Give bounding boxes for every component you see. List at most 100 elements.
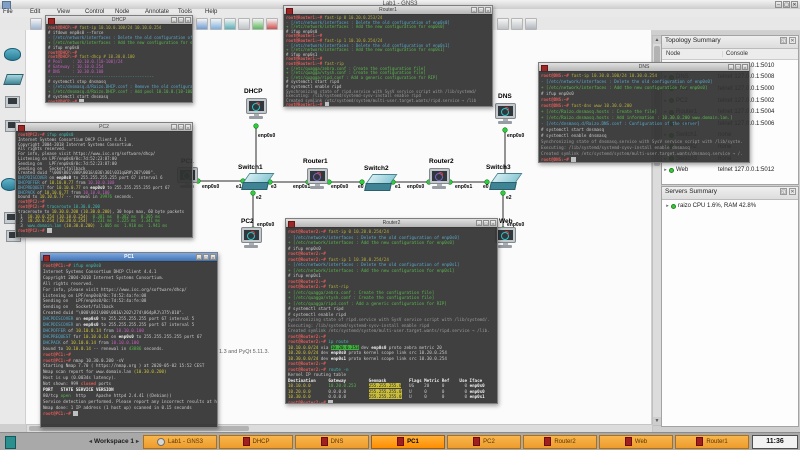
- close-icon[interactable]: ×: [185, 17, 191, 23]
- maximize-icon[interactable]: □: [483, 220, 489, 226]
- toolbar-button-icon[interactable]: [238, 18, 250, 30]
- taskbar-left-area: [0, 433, 86, 450]
- desktop: Lab1 - GNS3 – ▢ ✕ FileEditViewControlNod…: [0, 0, 800, 450]
- terminal-line: root@Router1:~#: [286, 103, 492, 106]
- menu-edit[interactable]: Edit: [30, 9, 40, 15]
- terminal-window-pc2[interactable]: PC2–□×root@PC2:~# ifup enp0s0Internet Sy…: [15, 122, 193, 238]
- taskbar-button-label: PC1: [407, 439, 419, 445]
- taskbar-button-web[interactable]: Web: [599, 435, 673, 449]
- toolbar-button-icon[interactable]: [252, 18, 264, 30]
- taskbar-button-dns[interactable]: DNS: [295, 435, 369, 449]
- servers-summary-header: Servers Summary ◱ ✕: [662, 187, 798, 200]
- terminal-output[interactable]: root@DNS:~# fast-ip 10.30.0.100/24 10.30…: [539, 71, 749, 162]
- float-panel-icon[interactable]: ◱: [780, 37, 787, 44]
- terminal-title: Router1: [284, 7, 492, 13]
- toolbar-button-icon[interactable]: [525, 18, 537, 30]
- terminal-line: root@Router2:~#: [288, 400, 497, 404]
- maximize-icon[interactable]: □: [478, 7, 484, 13]
- workspace-switcher: ◂ Workspace 1 ▸: [86, 433, 142, 450]
- toolbar-button-icon[interactable]: [210, 18, 222, 30]
- servers-summary-panel: Servers Summary ◱ ✕ ▸ raizo CPU 1.6%, RA…: [661, 186, 799, 427]
- minimize-icon[interactable]: –: [171, 17, 177, 23]
- toolbar-button-icon[interactable]: [497, 18, 509, 30]
- topology-row-web[interactable]: ▸Webtelnet 127.0.0.1:5012: [662, 164, 798, 176]
- minimize-icon[interactable]: –: [171, 124, 177, 130]
- xterm-icon: [625, 437, 632, 446]
- scroll-down-icon[interactable]: ▼: [653, 417, 661, 425]
- expand-arrow-icon[interactable]: ▸: [664, 203, 671, 209]
- terminal-window-router2[interactable]: Router2–□×root@Router2:~# fast-ip 0 10.2…: [285, 218, 498, 404]
- toolbar-button-icon[interactable]: [224, 18, 236, 30]
- taskbar-button-label: Lab1 - GNS3: [168, 439, 203, 445]
- taskbar-button-dhcp[interactable]: DHCP: [219, 435, 293, 449]
- close-icon[interactable]: ×: [490, 220, 496, 226]
- terminal-output[interactable]: root@PC2:~# ifup enp0s0Internet Systems …: [16, 131, 192, 237]
- terminal-title: PC2: [16, 124, 192, 130]
- close-icon[interactable]: ×: [185, 124, 191, 130]
- terminal-window-dns[interactable]: DNS–□×root@DNS:~# fast-ip 10.30.0.100/24…: [538, 62, 750, 163]
- node-status-icon: [669, 168, 674, 173]
- maximize-icon[interactable]: □: [178, 17, 184, 23]
- maximize-icon[interactable]: □: [735, 64, 741, 70]
- column-console[interactable]: Console: [723, 51, 798, 57]
- minimize-icon[interactable]: –: [728, 64, 734, 70]
- topology-summary-header: Topology Summary ◱ ✕: [662, 36, 798, 49]
- server-status-icon: [671, 204, 676, 209]
- minimize-icon[interactable]: –: [476, 220, 482, 226]
- terminal-line: root@DNS:~#: [541, 157, 749, 162]
- toolbar-button-icon[interactable]: [196, 18, 208, 30]
- taskbar-button-pc1[interactable]: PC1: [371, 435, 445, 449]
- servers-summary-title: Servers Summary: [665, 188, 717, 195]
- workspace-label: Workspace 1: [94, 438, 134, 445]
- xterm-icon: [397, 437, 404, 446]
- server-row[interactable]: ▸ raizo CPU 1.6%, RAM 42.8%: [662, 200, 798, 212]
- terminal-window-router1[interactable]: Router1–□×root@Router1:~# fast-ip 0 10.2…: [283, 5, 493, 107]
- maximize-icon[interactable]: ▢: [783, 1, 790, 8]
- terminal-window-pc1[interactable]: PC1–□×root@PC1:~# ifup enp0s0Internet Sy…: [40, 252, 218, 428]
- expand-arrow-icon[interactable]: ▸: [662, 167, 669, 173]
- topology-summary-columns: Node Console: [662, 49, 798, 60]
- taskbar-button-lab1-gns3[interactable]: Lab1 - GNS3: [143, 435, 217, 449]
- next-workspace-icon[interactable]: ▸: [136, 438, 139, 445]
- column-node[interactable]: Node: [662, 51, 723, 57]
- terminal-line: root@DHCP:~#: [48, 100, 192, 102]
- end-device-palette-icon[interactable]: [5, 96, 20, 108]
- close-icon[interactable]: ×: [210, 254, 216, 260]
- close-icon[interactable]: ×: [742, 64, 748, 70]
- terminal-window-dhcp[interactable]: DHCP–□×root@DHCP:~# fast-ip 10.10.0.100/…: [45, 15, 193, 103]
- minimize-icon[interactable]: –: [775, 1, 782, 8]
- toolbar-button-icon[interactable]: [30, 18, 42, 30]
- taskbar-button-label: DNS: [331, 439, 344, 445]
- terminal-output[interactable]: root@Router2:~# fast-ip 0 10.20.0.254/24…: [286, 227, 497, 403]
- router-palette-icon[interactable]: [4, 48, 21, 61]
- xterm-icon: [321, 437, 328, 446]
- close-icon[interactable]: ✕: [791, 1, 798, 8]
- scroll-up-icon[interactable]: ▲: [653, 36, 661, 44]
- taskbar-button-pc2[interactable]: PC2: [447, 435, 521, 449]
- prev-workspace-icon[interactable]: ◂: [89, 438, 92, 445]
- terminal-title: DNS: [539, 64, 749, 70]
- menu-file[interactable]: File: [3, 9, 13, 15]
- minimize-icon[interactable]: –: [471, 7, 477, 13]
- taskbar-button-router2[interactable]: Router2: [523, 435, 597, 449]
- close-panel-icon[interactable]: ✕: [789, 188, 796, 195]
- terminal-title: Router2: [286, 220, 497, 226]
- terminal-output[interactable]: root@DHCP:~# fast-ip 10.10.0.100/24 10.1…: [46, 24, 192, 102]
- maximize-icon[interactable]: □: [178, 124, 184, 130]
- toolbar-button-icon[interactable]: [511, 18, 523, 30]
- minimize-icon[interactable]: –: [196, 254, 202, 260]
- xterm-icon: [243, 437, 250, 446]
- terminal-output[interactable]: root@PC1:~# ifup enp0s0Internet Systems …: [41, 261, 217, 427]
- float-panel-icon[interactable]: ◱: [780, 188, 787, 195]
- taskbar-button-router1[interactable]: Router1: [675, 435, 749, 449]
- toolbar-button-icon[interactable]: [266, 18, 278, 30]
- menu-help[interactable]: Help: [205, 9, 217, 15]
- terminal-line: root@PC2:~#: [18, 229, 192, 234]
- switch-palette-icon[interactable]: [3, 74, 24, 85]
- maximize-icon[interactable]: □: [203, 254, 209, 260]
- terminal-output[interactable]: root@Router1:~# fast-ip 0 10.20.0.253/24…: [284, 14, 492, 106]
- node-name: Web: [676, 167, 718, 173]
- close-icon[interactable]: ×: [485, 7, 491, 13]
- close-panel-icon[interactable]: ✕: [789, 37, 796, 44]
- desktop-icon[interactable]: [5, 436, 16, 449]
